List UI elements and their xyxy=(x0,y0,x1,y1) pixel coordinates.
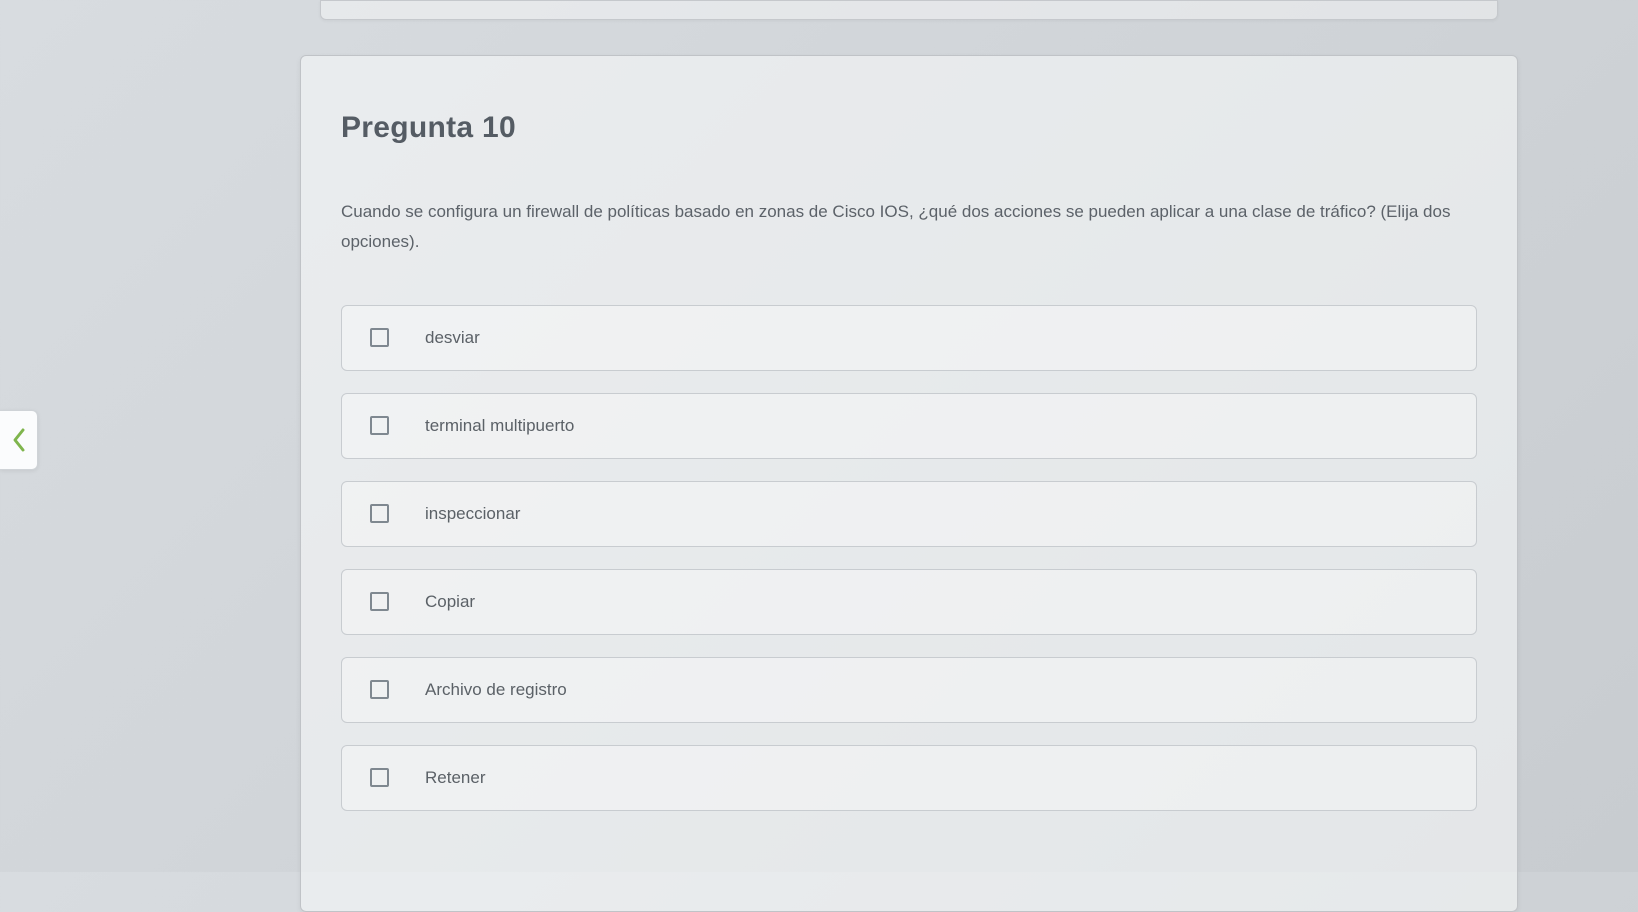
question-card: Pregunta 10 Cuando se configura un firew… xyxy=(300,55,1518,912)
option-row[interactable]: inspeccionar xyxy=(341,481,1477,547)
option-row[interactable]: desviar xyxy=(341,305,1477,371)
checkbox[interactable] xyxy=(370,416,389,435)
checkbox[interactable] xyxy=(370,504,389,523)
option-label: desviar xyxy=(425,328,480,348)
option-label: inspeccionar xyxy=(425,504,520,524)
checkbox[interactable] xyxy=(370,592,389,611)
question-text: Cuando se configura un firewall de polít… xyxy=(341,197,1477,257)
previous-card-edge xyxy=(320,0,1498,20)
option-label: Retener xyxy=(425,768,485,788)
option-label: terminal multipuerto xyxy=(425,416,574,436)
page-container: Pregunta 10 Cuando se configura un firew… xyxy=(0,0,1638,872)
option-label: Archivo de registro xyxy=(425,680,567,700)
question-title: Pregunta 10 xyxy=(341,111,1477,145)
option-label: Copiar xyxy=(425,592,475,612)
checkbox[interactable] xyxy=(370,768,389,787)
option-row[interactable]: Copiar xyxy=(341,569,1477,635)
chevron-left-icon xyxy=(11,427,27,453)
checkbox[interactable] xyxy=(370,328,389,347)
options-list: desviar terminal multipuerto inspecciona… xyxy=(341,305,1477,811)
previous-question-button[interactable] xyxy=(0,410,38,470)
option-row[interactable]: Retener xyxy=(341,745,1477,811)
checkbox[interactable] xyxy=(370,680,389,699)
option-row[interactable]: Archivo de registro xyxy=(341,657,1477,723)
option-row[interactable]: terminal multipuerto xyxy=(341,393,1477,459)
